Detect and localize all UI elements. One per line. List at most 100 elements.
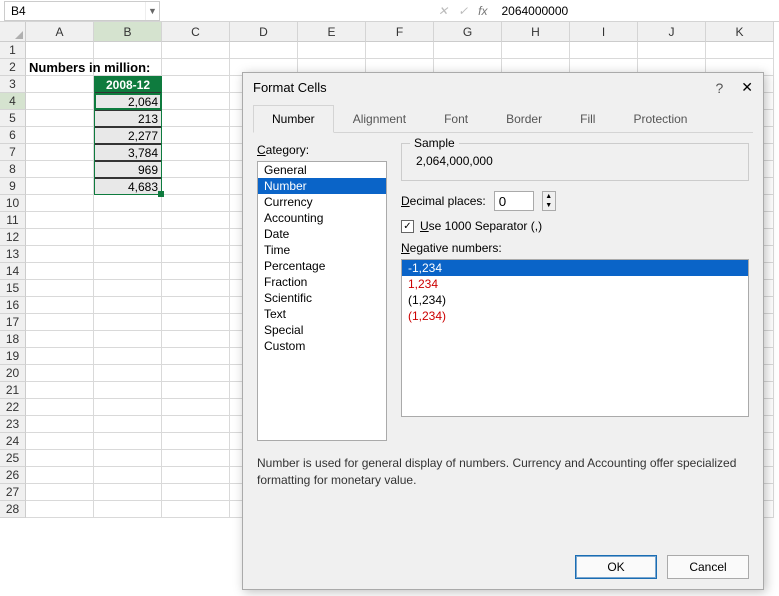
- cell-C11[interactable]: [162, 212, 230, 229]
- cell-A26[interactable]: [26, 467, 94, 484]
- cell-B21[interactable]: [94, 382, 162, 399]
- cell-C26[interactable]: [162, 467, 230, 484]
- cell-A7[interactable]: [26, 144, 94, 161]
- cell-C12[interactable]: [162, 229, 230, 246]
- cell-C22[interactable]: [162, 399, 230, 416]
- decimal-spinner[interactable]: ▲ ▼: [542, 191, 556, 211]
- row-header-15[interactable]: 15: [0, 280, 26, 297]
- decimal-places-input[interactable]: [494, 191, 534, 211]
- cell-A1[interactable]: [26, 42, 94, 59]
- column-header-B[interactable]: B: [94, 22, 162, 42]
- cell-I1[interactable]: [570, 42, 638, 59]
- cell-F1[interactable]: [366, 42, 434, 59]
- cell-B22[interactable]: [94, 399, 162, 416]
- category-item-time[interactable]: Time: [258, 242, 386, 258]
- cell-H1[interactable]: [502, 42, 570, 59]
- cell-C9[interactable]: [162, 178, 230, 195]
- cell-B5[interactable]: 213: [94, 110, 162, 127]
- cell-A4[interactable]: [26, 93, 94, 110]
- cell-A16[interactable]: [26, 297, 94, 314]
- category-item-fraction[interactable]: Fraction: [258, 274, 386, 290]
- cell-A2[interactable]: Numbers in million:: [26, 59, 94, 76]
- tab-font[interactable]: Font: [425, 105, 487, 133]
- cell-A12[interactable]: [26, 229, 94, 246]
- cell-C18[interactable]: [162, 331, 230, 348]
- category-item-date[interactable]: Date: [258, 226, 386, 242]
- category-item-text[interactable]: Text: [258, 306, 386, 322]
- cell-K1[interactable]: [706, 42, 774, 59]
- row-header-8[interactable]: 8: [0, 161, 26, 178]
- row-header-23[interactable]: 23: [0, 416, 26, 433]
- row-header-24[interactable]: 24: [0, 433, 26, 450]
- cell-C23[interactable]: [162, 416, 230, 433]
- row-header-20[interactable]: 20: [0, 365, 26, 382]
- tab-alignment[interactable]: Alignment: [334, 105, 425, 133]
- cell-A11[interactable]: [26, 212, 94, 229]
- column-header-I[interactable]: I: [570, 22, 638, 42]
- row-header-27[interactable]: 27: [0, 484, 26, 501]
- cell-A25[interactable]: [26, 450, 94, 467]
- cell-B12[interactable]: [94, 229, 162, 246]
- row-header-6[interactable]: 6: [0, 127, 26, 144]
- cell-A27[interactable]: [26, 484, 94, 501]
- cell-C19[interactable]: [162, 348, 230, 365]
- cell-C2[interactable]: [162, 59, 230, 76]
- cell-C28[interactable]: [162, 501, 230, 518]
- row-header-18[interactable]: 18: [0, 331, 26, 348]
- row-header-13[interactable]: 13: [0, 246, 26, 263]
- row-header-4[interactable]: 4: [0, 93, 26, 110]
- row-header-2[interactable]: 2: [0, 59, 26, 76]
- name-box-dropdown-icon[interactable]: ▼: [145, 2, 159, 20]
- negative-option-2[interactable]: (1,234): [402, 292, 748, 308]
- cell-B26[interactable]: [94, 467, 162, 484]
- column-header-E[interactable]: E: [298, 22, 366, 42]
- column-header-C[interactable]: C: [162, 22, 230, 42]
- thousands-separator-checkbox[interactable]: ✓: [401, 220, 414, 233]
- cell-B15[interactable]: [94, 280, 162, 297]
- cell-A28[interactable]: [26, 501, 94, 518]
- cell-B11[interactable]: [94, 212, 162, 229]
- spinner-up-icon[interactable]: ▲: [543, 192, 555, 201]
- cell-A9[interactable]: [26, 178, 94, 195]
- cell-C15[interactable]: [162, 280, 230, 297]
- cell-A19[interactable]: [26, 348, 94, 365]
- cell-B25[interactable]: [94, 450, 162, 467]
- cell-A13[interactable]: [26, 246, 94, 263]
- tab-fill[interactable]: Fill: [561, 105, 614, 133]
- column-header-D[interactable]: D: [230, 22, 298, 42]
- category-item-number[interactable]: Number: [258, 178, 386, 194]
- fill-handle[interactable]: [158, 191, 164, 197]
- name-box-wrap[interactable]: ▼: [4, 1, 160, 21]
- cell-C25[interactable]: [162, 450, 230, 467]
- cell-A21[interactable]: [26, 382, 94, 399]
- fx-icon[interactable]: fx: [478, 4, 487, 18]
- cell-C4[interactable]: [162, 93, 230, 110]
- tab-number[interactable]: Number: [253, 105, 334, 133]
- cell-C6[interactable]: [162, 127, 230, 144]
- cell-B10[interactable]: [94, 195, 162, 212]
- row-header-5[interactable]: 5: [0, 110, 26, 127]
- help-icon[interactable]: ?: [715, 80, 723, 96]
- category-item-currency[interactable]: Currency: [258, 194, 386, 210]
- category-item-general[interactable]: General: [258, 162, 386, 178]
- cell-B6[interactable]: 2,277: [94, 127, 162, 144]
- cell-A20[interactable]: [26, 365, 94, 382]
- category-item-accounting[interactable]: Accounting: [258, 210, 386, 226]
- cell-G1[interactable]: [434, 42, 502, 59]
- row-header-26[interactable]: 26: [0, 467, 26, 484]
- cell-B3[interactable]: 2008-12: [94, 76, 162, 93]
- row-header-1[interactable]: 1: [0, 42, 26, 59]
- cancel-button[interactable]: Cancel: [667, 555, 749, 579]
- cell-J1[interactable]: [638, 42, 706, 59]
- row-header-16[interactable]: 16: [0, 297, 26, 314]
- cell-C1[interactable]: [162, 42, 230, 59]
- cell-A22[interactable]: [26, 399, 94, 416]
- cell-C5[interactable]: [162, 110, 230, 127]
- cell-B20[interactable]: [94, 365, 162, 382]
- cell-B18[interactable]: [94, 331, 162, 348]
- tab-border[interactable]: Border: [487, 105, 561, 133]
- row-header-28[interactable]: 28: [0, 501, 26, 518]
- cell-B9[interactable]: 4,683: [94, 178, 162, 195]
- cell-A8[interactable]: [26, 161, 94, 178]
- negative-option-1[interactable]: 1,234: [402, 276, 748, 292]
